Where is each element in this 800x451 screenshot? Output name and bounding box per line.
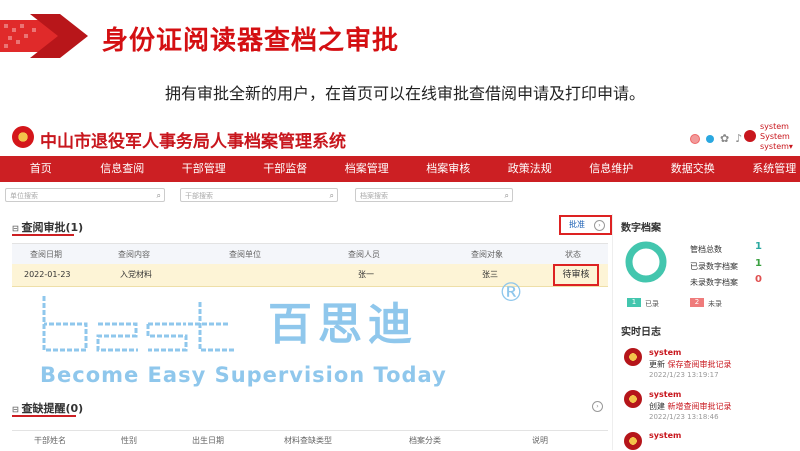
- chevron-right-icon: ›: [594, 220, 605, 231]
- nav-item-data-exchange[interactable]: 数据交换: [652, 156, 734, 182]
- legend-entered-label: 已录: [645, 299, 659, 309]
- stat-entered-label: 已录数字档案: [690, 261, 738, 272]
- chevron-right-icon[interactable]: ›: [592, 401, 603, 412]
- gear-icon[interactable]: ✿: [720, 132, 729, 145]
- nav-item-policy[interactable]: 政策法规: [489, 156, 571, 182]
- slide-subtitle: 拥有审批全新的用户，在首页可以在线审批查借阅申请及打印申请。: [165, 80, 645, 104]
- col-target: 查阅对象: [471, 244, 503, 266]
- stat-entered-value: 1: [755, 258, 762, 269]
- log-action: 创建 新增查阅审批记录: [649, 401, 732, 412]
- user-menu[interactable]: system System system▾: [760, 122, 793, 152]
- col-name: 干部姓名: [34, 431, 66, 451]
- archive-search-input[interactable]: 档案搜索 ⌕: [355, 188, 513, 202]
- main-nav: 首页 信息查阅 干部管理 干部监督 档案管理 档案审核 政策法规 信息维护 数据…: [0, 156, 800, 182]
- col-content: 查阅内容: [118, 244, 150, 266]
- col-missing-type: 材料查缺类型: [284, 431, 332, 451]
- watermark-slogan: Become Easy Supervision Today: [40, 363, 447, 387]
- unit-search-placeholder: 单位搜索: [10, 192, 38, 200]
- watermark-brand: best: [38, 288, 41, 289]
- slide-deco-arrows: [0, 14, 90, 58]
- avatar: [624, 432, 642, 450]
- missing-table-header: 干部姓名 性别 出生日期 材料查缺类型 档案分类 说明: [12, 430, 608, 451]
- nav-item-cadre-mgmt[interactable]: 干部管理: [163, 156, 245, 182]
- log-time: 2022/1/23 13:19:17: [649, 371, 719, 379]
- stat-missing-label: 未录数字档案: [690, 277, 738, 288]
- status-dot-icon[interactable]: [690, 134, 700, 144]
- slide-title: 身份证阅读器查档之审批: [102, 20, 399, 57]
- col-unit: 查阅单位: [229, 244, 261, 266]
- legend-missing-label: 未录: [708, 299, 722, 309]
- user-line-3: system▾: [760, 142, 793, 152]
- unit-search-input[interactable]: 单位搜索 ⌕: [5, 188, 165, 202]
- avatar: [624, 390, 642, 408]
- search-icon[interactable]: ⌕: [330, 189, 334, 203]
- nav-item-archive-review[interactable]: 档案审核: [408, 156, 490, 182]
- log-panel-title: 实时日志: [621, 323, 661, 338]
- cell-content: 入党材料: [120, 264, 152, 286]
- user-line-1: system: [760, 122, 793, 132]
- digital-panel-title: 数字档案: [621, 219, 661, 234]
- avatar: [744, 130, 756, 142]
- panel-icon: ⊟: [12, 224, 22, 233]
- log-user: system: [649, 390, 681, 399]
- digital-ring-chart: [624, 240, 668, 284]
- app-header: 中山市退役军人事务局人事档案管理系统 ✿ ♪ system System sys…: [0, 118, 800, 156]
- cadre-search-placeholder: 干部搜索: [185, 192, 213, 200]
- search-icon[interactable]: ⌕: [505, 189, 509, 203]
- nav-item-info-maintain[interactable]: 信息维护: [571, 156, 653, 182]
- review-title-underline: [12, 234, 74, 236]
- col-person: 查阅人员: [348, 244, 380, 266]
- app-name: 中山市退役军人事务局人事档案管理系统: [40, 127, 346, 152]
- log-action: 更新 保存查阅审批记录: [649, 359, 732, 370]
- watermark-reg: ®: [498, 278, 524, 308]
- log-user: system: [649, 431, 681, 440]
- approve-label: 批准: [569, 220, 585, 229]
- watermark-cn: 百思迪: [268, 288, 418, 352]
- nav-item-home[interactable]: 首页: [0, 156, 82, 182]
- log-user: system: [649, 348, 681, 357]
- panel-icon: ⊟: [12, 405, 22, 414]
- missing-title-underline: [12, 415, 76, 417]
- legend-missing-count: 2: [690, 298, 704, 307]
- search-icon[interactable]: ⌕: [157, 189, 161, 203]
- nav-item-info-query[interactable]: 信息查阅: [82, 156, 164, 182]
- cell-target: 张三: [482, 264, 498, 286]
- search-row: 单位搜索 ⌕ 干部搜索 ⌕ 档案搜索 ⌕: [0, 188, 800, 206]
- header-icons: ✿ ♪: [690, 132, 742, 145]
- col-gender: 性别: [121, 431, 137, 451]
- stat-total-label: 管档总数: [690, 244, 722, 255]
- avatar: [624, 348, 642, 366]
- cell-date: 2022-01-23: [24, 264, 71, 286]
- app-screenshot: 中山市退役军人事务局人事档案管理系统 ✿ ♪ system System sys…: [0, 118, 800, 450]
- status-pending-button[interactable]: 待审核: [553, 264, 599, 286]
- nav-item-system-mgmt[interactable]: 系统管理: [734, 156, 800, 182]
- col-date: 查阅日期: [30, 244, 62, 266]
- bell-icon[interactable]: ♪: [735, 132, 742, 145]
- national-emblem-icon: [12, 126, 34, 148]
- col-note: 说明: [532, 431, 548, 451]
- col-birth: 出生日期: [192, 431, 224, 451]
- approve-button[interactable]: 批准 ›: [559, 215, 612, 235]
- legend-entered-count: 1: [627, 298, 641, 307]
- user-line-2: System: [760, 132, 793, 142]
- info-dot-icon[interactable]: [706, 135, 714, 143]
- stat-total-value: 1: [755, 241, 762, 252]
- log-time: 2022/1/23 13:18:46: [649, 413, 719, 421]
- cell-person: 张一: [358, 264, 374, 286]
- nav-item-cadre-supervision[interactable]: 干部监督: [245, 156, 327, 182]
- nav-item-archive-mgmt[interactable]: 档案管理: [326, 156, 408, 182]
- panel-divider: [612, 214, 613, 450]
- cadre-search-input[interactable]: 干部搜索 ⌕: [180, 188, 338, 202]
- missing-panel-title: ⊟ 查缺提醒(0): [12, 400, 83, 416]
- review-panel-title: ⊟ 查阅审批(1): [12, 219, 83, 235]
- col-status: 状态: [565, 244, 581, 266]
- archive-search-placeholder: 档案搜索: [360, 192, 388, 200]
- col-archive-class: 档案分类: [409, 431, 441, 451]
- stat-missing-value: 0: [755, 274, 762, 285]
